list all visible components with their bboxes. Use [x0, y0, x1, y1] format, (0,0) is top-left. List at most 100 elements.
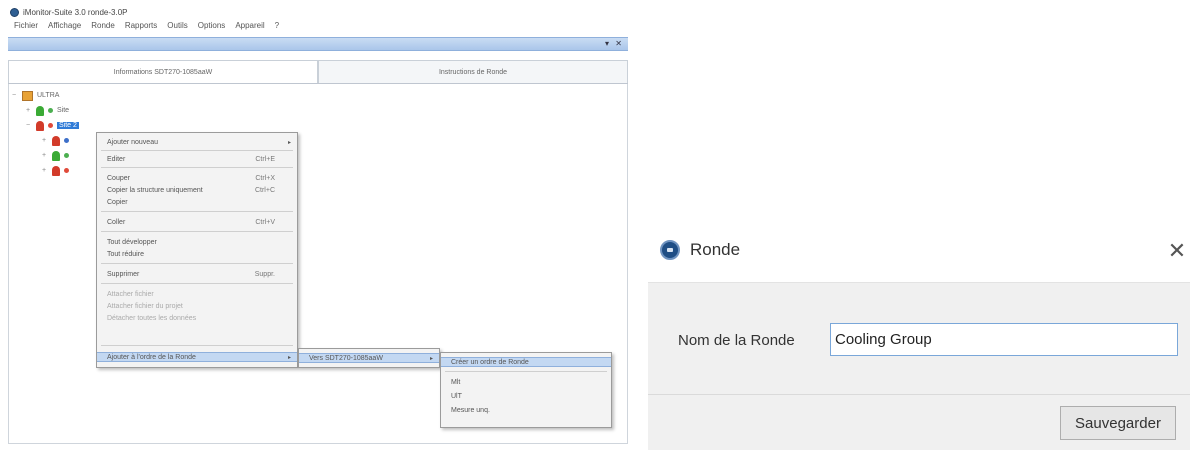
dialog-titlebar: Ronde — [660, 240, 740, 260]
menu-item-label: Tout réduire — [107, 250, 144, 258]
menu-item-tout-developper[interactable]: Tout développer — [97, 237, 297, 247]
status-dot-icon — [48, 123, 53, 128]
submenu-arrow-icon: ▸ — [429, 355, 433, 362]
collapse-icon[interactable]: − — [26, 122, 32, 129]
submenu-item-mlt[interactable]: Mlt — [441, 377, 611, 387]
toolbar-strip: ▾ ✕ — [8, 37, 628, 51]
menu-separator — [101, 263, 293, 264]
tree-site-label: Site — [57, 107, 70, 114]
menu-separator — [101, 150, 293, 151]
menu-item-label: Coller — [107, 218, 126, 226]
tree-row-site-2[interactable]: − Site 2 — [26, 120, 79, 131]
menu-item-attacher-fichier: Attacher fichier — [97, 289, 297, 299]
menu-item-label: Ajouter à l'ordre de la Ronde — [107, 353, 196, 361]
expand-icon[interactable]: + — [42, 137, 48, 144]
ronde-name-input[interactable] — [830, 323, 1178, 356]
expand-icon[interactable]: + — [26, 107, 32, 114]
status-green-icon — [36, 105, 44, 116]
menu-separator — [101, 345, 293, 346]
save-button[interactable]: Sauvegarder — [1060, 406, 1176, 440]
tree-row-root[interactable]: − ULTRA — [12, 90, 59, 101]
dialog-title: Ronde — [690, 240, 741, 259]
submenu-ordre: Créer un ordre de Ronde Mlt UlT Mesure u… — [440, 352, 612, 428]
tab-informations[interactable]: Informations SDT270-1085aaW — [8, 60, 318, 83]
menu-item-label: UlT — [451, 392, 462, 400]
menu-shortcut: Ctrl+V — [255, 218, 275, 226]
menu-item-label: Couper — [107, 174, 130, 182]
menu-shortcut: Ctrl+C — [254, 186, 275, 194]
menu-item-label: Mesure unq. — [451, 406, 490, 414]
root-folder-icon — [22, 90, 33, 101]
menu-separator — [101, 231, 293, 232]
menu-help[interactable]: ? — [275, 21, 279, 35]
app-logo-icon — [660, 240, 680, 260]
menu-fichier[interactable]: Fichier — [14, 21, 38, 35]
menu-item-label: Détacher toutes les données — [107, 314, 197, 322]
submenu-item-mesure-unique[interactable]: Mesure unq. — [441, 405, 611, 415]
ronde-dialog: Ronde ✕ Nom de la Ronde Sauvegarder — [648, 226, 1190, 450]
menu-item-copier[interactable]: Copier — [97, 197, 297, 207]
menu-item-ajouter-ordre-ronde[interactable]: Ajouter à l'ordre de la Ronde ▸ — [97, 352, 297, 362]
menu-rapports[interactable]: Rapports — [125, 21, 157, 35]
menu-item-label: Mlt — [451, 378, 461, 386]
submenu-item-ult[interactable]: UlT — [441, 391, 611, 401]
ronde-name-label: Nom de la Ronde — [678, 332, 795, 349]
menu-separator — [101, 211, 293, 212]
menu-item-label: Editer — [107, 155, 126, 163]
menu-affichage[interactable]: Affichage — [48, 21, 81, 35]
tree-root-label: ULTRA — [37, 92, 60, 99]
menu-separator — [445, 371, 607, 372]
menu-appareil[interactable]: Appareil — [235, 21, 264, 35]
submenu-item-creer-ordre[interactable]: Créer un ordre de Ronde — [441, 357, 611, 367]
submenu-item-device[interactable]: Vers SDT270-1085aaW ▸ — [299, 353, 439, 363]
submenu-arrow-icon: ▸ — [287, 139, 291, 146]
menu-item-label: Supprimer — [107, 270, 140, 278]
menu-options[interactable]: Options — [198, 21, 226, 35]
expand-icon[interactable]: + — [42, 167, 48, 174]
status-red-icon — [52, 135, 60, 146]
submenu-arrow-icon: ▸ — [287, 354, 291, 361]
menu-item-copier-structure[interactable]: Copier la structure uniquement Ctrl+C — [97, 185, 297, 195]
tree-row-child[interactable]: + — [42, 150, 69, 161]
panel-controls[interactable]: ▾ ✕ — [605, 39, 624, 48]
menu-shortcut: Suppr. — [254, 270, 275, 278]
menu-separator — [101, 167, 293, 168]
menu-ronde[interactable]: Ronde — [91, 21, 115, 35]
app-titlebar: iMonitor-Suite 3.0 ronde-3.0P — [8, 4, 628, 20]
tree-row-child[interactable]: + — [42, 135, 69, 146]
close-icon[interactable]: ✕ — [1166, 240, 1188, 262]
menu-shortcut: Ctrl+E — [255, 155, 275, 163]
menu-item-detacher: Détacher toutes les données — [97, 313, 297, 323]
app-title: iMonitor-Suite 3.0 ronde-3.0P — [23, 7, 128, 17]
menu-item-coller[interactable]: Coller Ctrl+V — [97, 217, 297, 227]
app-window: iMonitor-Suite 3.0 ronde-3.0P Fichier Af… — [8, 4, 628, 444]
submenu-device: Vers SDT270-1085aaW ▸ — [298, 348, 440, 368]
menu-item-label: Attacher fichier — [107, 290, 154, 298]
menu-item-ajouter-nouveau[interactable]: Ajouter nouveau ▸ — [97, 137, 297, 147]
menu-item-label: Créer un ordre de Ronde — [451, 358, 529, 366]
expand-icon[interactable]: + — [42, 152, 48, 159]
menu-separator — [101, 283, 293, 284]
tab-instructions[interactable]: Instructions de Ronde — [318, 60, 628, 83]
menu-item-tout-reduire[interactable]: Tout réduire — [97, 249, 297, 259]
menu-item-label: Attacher fichier du projet — [107, 302, 183, 310]
status-green-icon — [52, 150, 60, 161]
dialog-footer: Sauvegarder — [648, 394, 1190, 450]
menu-item-supprimer[interactable]: Supprimer Suppr. — [97, 269, 297, 279]
tab-strip: Informations SDT270-1085aaW Instructions… — [8, 60, 628, 84]
tree-row-site[interactable]: + Site — [26, 105, 69, 116]
status-red-icon — [36, 120, 44, 131]
menu-item-editer[interactable]: Editer Ctrl+E — [97, 154, 297, 164]
tree-selected-label: Site 2 — [57, 122, 79, 129]
menu-bar: Fichier Affichage Ronde Rapports Outils … — [8, 21, 628, 35]
dialog-body: Nom de la Ronde — [648, 282, 1190, 394]
menu-item-couper[interactable]: Couper Ctrl+X — [97, 173, 297, 183]
menu-item-attacher-fichier-projet: Attacher fichier du projet — [97, 301, 297, 311]
menu-item-label: Copier la structure uniquement — [107, 186, 203, 194]
tree-row-child[interactable]: + — [42, 165, 69, 176]
menu-outils[interactable]: Outils — [167, 21, 187, 35]
status-dot-icon — [64, 138, 69, 143]
collapse-icon[interactable]: − — [12, 92, 18, 99]
app-logo-icon — [10, 7, 19, 17]
status-dot-icon — [48, 108, 53, 113]
